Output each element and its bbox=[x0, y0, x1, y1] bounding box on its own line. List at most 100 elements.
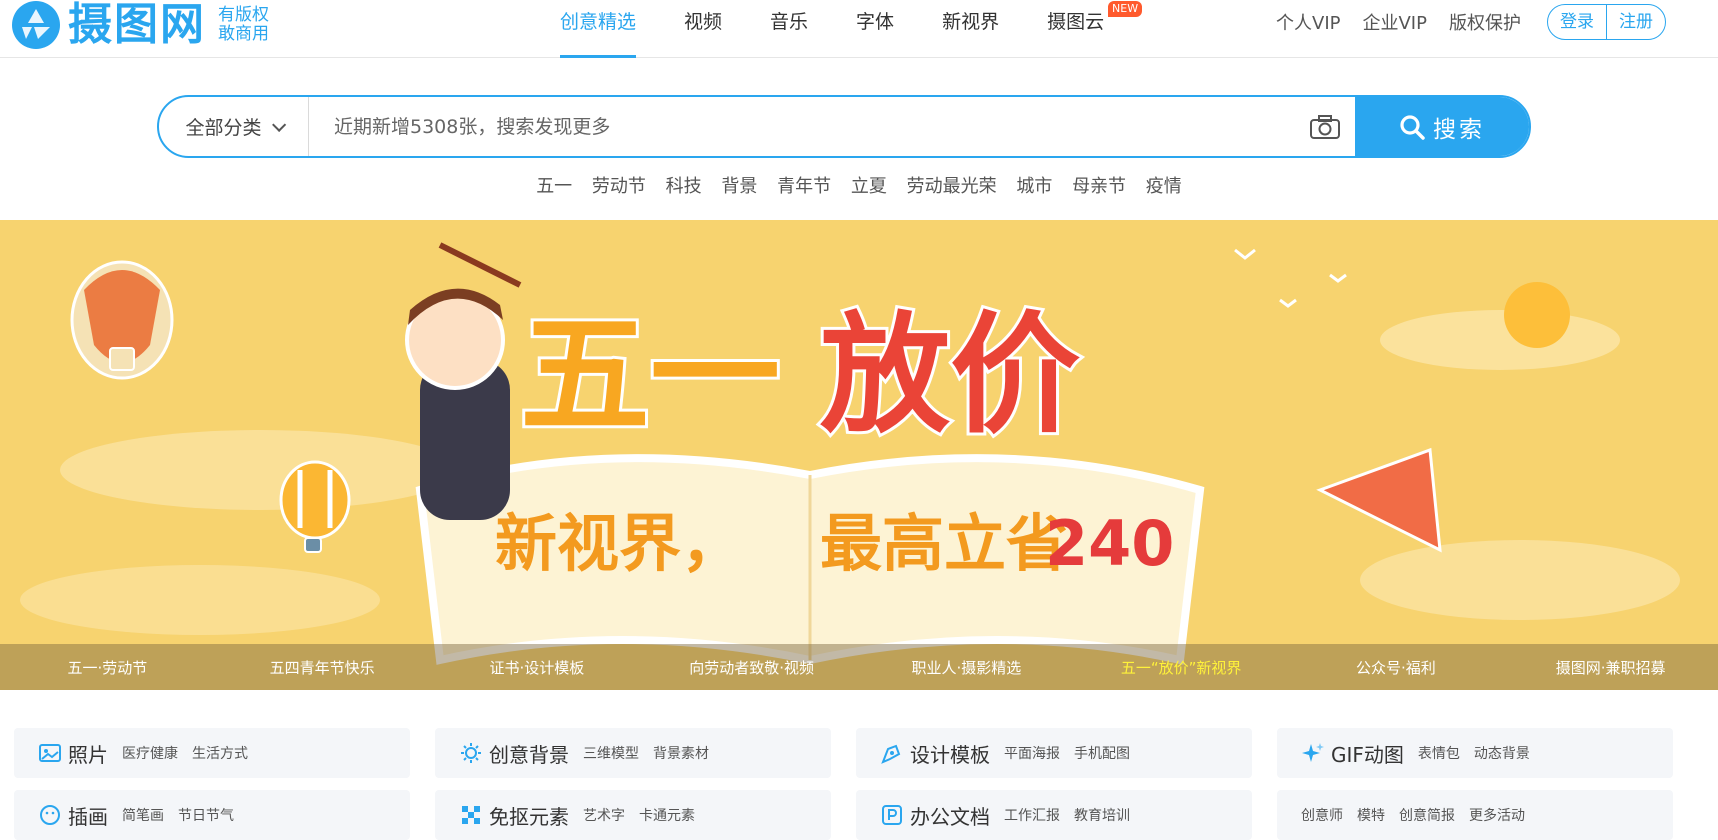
category-dropdown[interactable]: 全部分类 bbox=[159, 97, 309, 156]
personal-vip-link[interactable]: 个人VIP bbox=[1276, 9, 1340, 35]
category-dropdown-label: 全部分类 bbox=[185, 117, 262, 139]
hot-tag[interactable]: 母亲节 bbox=[1072, 176, 1126, 197]
category-title: 插画 bbox=[68, 804, 108, 829]
hot-search-tags: 五一 劳动节 科技 背景 青年节 立夏 劳动最光荣 城市 母亲节 疫情 bbox=[0, 172, 1718, 198]
new-badge: NEW bbox=[1108, 1, 1143, 17]
category-cutout[interactable]: 免抠元素 艺术字 卡通元素 bbox=[435, 790, 831, 840]
auth-buttons: 登录 注册 bbox=[1546, 4, 1666, 40]
nav-video[interactable]: 视频 bbox=[684, 0, 722, 58]
category-sub-link[interactable]: 教育培训 bbox=[1074, 805, 1130, 825]
banner-caption[interactable]: 五四青年节快乐 bbox=[215, 657, 430, 678]
category-office-doc[interactable]: 办公文档 工作汇报 教育培训 bbox=[856, 790, 1252, 840]
banner-caption[interactable]: 向劳动者致敬·视频 bbox=[644, 657, 859, 678]
register-button[interactable]: 注册 bbox=[1607, 5, 1665, 39]
photo-icon bbox=[39, 744, 61, 762]
hot-tag[interactable]: 城市 bbox=[1016, 176, 1052, 197]
category-title: 办公文档 bbox=[910, 804, 990, 829]
cartoon-boy-icon bbox=[405, 242, 522, 520]
banner-caption-active[interactable]: 五一“放价”新视界 bbox=[1074, 657, 1289, 678]
category-sub-link[interactable]: 卡通元素 bbox=[639, 805, 695, 825]
category-sub-link[interactable]: 艺术字 bbox=[583, 805, 625, 825]
banner-caption[interactable]: 公众号·福利 bbox=[1289, 657, 1504, 678]
sun-icon bbox=[461, 743, 481, 763]
login-button[interactable]: 登录 bbox=[1548, 5, 1606, 39]
main-nav: 创意精选 视频 音乐 字体 新视界 摄图云 NEW bbox=[560, 0, 1152, 58]
hot-tag[interactable]: 背景 bbox=[721, 176, 757, 197]
nav-cloud-label: 摄图云 bbox=[1047, 11, 1105, 33]
banner-caption[interactable]: 摄图网·兼职招募 bbox=[1503, 657, 1718, 678]
category-sub-link[interactable]: 平面海报 bbox=[1004, 743, 1060, 763]
svg-text:240: 240 bbox=[1045, 507, 1174, 580]
user-nav: 个人VIP 企业VIP 版权保护 登录 注册 bbox=[1276, 0, 1666, 44]
search-input[interactable] bbox=[309, 97, 1295, 156]
site-logo[interactable]: 摄图网 有版权 敢商用 bbox=[12, 0, 269, 50]
tagline-line2: 敢商用 bbox=[218, 24, 269, 44]
category-sub-link[interactable]: 医疗健康 bbox=[122, 743, 178, 763]
brand-name: 摄图网 bbox=[68, 0, 206, 50]
category-sub-link[interactable]: 工作汇报 bbox=[1004, 805, 1060, 825]
search-bar: 全部分类 搜索 bbox=[157, 95, 1531, 158]
category-sub-link[interactable]: 节日节气 bbox=[178, 805, 234, 825]
nav-font[interactable]: 字体 bbox=[856, 0, 894, 58]
nav-creative[interactable]: 创意精选 bbox=[560, 0, 637, 58]
enterprise-vip-link[interactable]: 企业VIP bbox=[1362, 9, 1426, 35]
category-sub-link[interactable]: 简笔画 bbox=[122, 805, 164, 825]
banner-caption[interactable]: 五一·劳动节 bbox=[0, 657, 215, 678]
category-sub-link[interactable]: 动态背景 bbox=[1474, 743, 1530, 763]
category-sub-link[interactable]: 背景素材 bbox=[653, 743, 709, 763]
copyright-link[interactable]: 版权保护 bbox=[1449, 9, 1521, 35]
hot-tag[interactable]: 五一 bbox=[536, 176, 572, 197]
category-more-links: 创意师 模特 创意简报 更多活动 bbox=[1277, 790, 1673, 840]
banner-caption[interactable]: 证书·设计模板 bbox=[430, 657, 645, 678]
tagline-line1: 有版权 bbox=[218, 5, 269, 25]
svg-text:最高立省: 最高立省 bbox=[820, 507, 1068, 580]
hot-tag[interactable]: 科技 bbox=[666, 176, 702, 197]
category-creative-bg[interactable]: 创意背景 三维模型 背景素材 bbox=[435, 728, 831, 778]
category-sub-link[interactable]: 模特 bbox=[1357, 805, 1385, 825]
category-sub-link[interactable]: 三维模型 bbox=[583, 743, 639, 763]
nav-music[interactable]: 音乐 bbox=[770, 0, 808, 58]
hot-tag[interactable]: 疫情 bbox=[1146, 176, 1182, 197]
category-gif[interactable]: GIF动图 表情包 动态背景 bbox=[1277, 728, 1673, 778]
nav-new-vision[interactable]: 新视界 bbox=[942, 0, 999, 58]
banner-caption[interactable]: 职业人·摄影精选 bbox=[859, 657, 1074, 678]
hot-tag[interactable]: 立夏 bbox=[851, 176, 887, 197]
category-sub-link[interactable]: 更多活动 bbox=[1469, 805, 1525, 825]
category-illustration[interactable]: 插画 简笔画 节日节气 bbox=[14, 790, 410, 840]
sparkle-icon bbox=[1302, 743, 1324, 762]
hot-tag[interactable]: 劳动节 bbox=[592, 176, 646, 197]
top-header: 摄图网 有版权 敢商用 创意精选 视频 音乐 字体 新视界 摄图云 NEW 个人… bbox=[0, 0, 1718, 58]
hot-air-balloon-icon bbox=[70, 260, 174, 380]
hot-tag[interactable]: 劳动最光荣 bbox=[907, 176, 997, 197]
category-sub-link[interactable]: 手机配图 bbox=[1074, 743, 1130, 763]
banner-caption-bar: 五一·劳动节 五四青年节快乐 证书·设计模板 向劳动者致敬·视频 职业人·摄影精… bbox=[0, 644, 1718, 690]
checker-icon bbox=[462, 806, 480, 824]
category-sub-link[interactable]: 创意简报 bbox=[1399, 805, 1455, 825]
svg-text:放价: 放价 bbox=[820, 299, 1080, 451]
hot-tag[interactable]: 青年节 bbox=[777, 176, 831, 197]
pen-tool-icon bbox=[881, 744, 901, 764]
smiley-icon bbox=[40, 805, 60, 825]
search-button[interactable]: 搜索 bbox=[1355, 97, 1529, 156]
category-sub-link[interactable]: 生活方式 bbox=[192, 743, 248, 763]
promo-banner[interactable]: 五一 放价 新视界， 最高立省 240 五一·劳动节 五四青年节快乐 证书·设计… bbox=[0, 220, 1718, 690]
chevron-down-icon bbox=[271, 117, 286, 132]
ppt-icon bbox=[882, 805, 902, 825]
category-title: GIF动图 bbox=[1331, 742, 1404, 767]
aperture-logo-icon bbox=[12, 1, 60, 49]
camera-search-icon[interactable] bbox=[1295, 97, 1355, 156]
category-sub-link[interactable]: 表情包 bbox=[1418, 743, 1460, 763]
brand-tagline: 有版权 敢商用 bbox=[218, 6, 269, 44]
search-button-label: 搜索 bbox=[1433, 116, 1485, 143]
category-title: 创意背景 bbox=[489, 742, 569, 767]
category-title: 免抠元素 bbox=[489, 804, 569, 829]
category-sub-link[interactable]: 创意师 bbox=[1301, 805, 1343, 825]
nav-cloud[interactable]: 摄图云 NEW bbox=[1047, 0, 1143, 58]
category-title: 照片 bbox=[68, 742, 108, 767]
category-photo[interactable]: 照片 医疗健康 生活方式 bbox=[14, 728, 410, 778]
category-design-template[interactable]: 设计模板 平面海报 手机配图 bbox=[856, 728, 1252, 778]
svg-text:新视界，: 新视界， bbox=[495, 507, 743, 580]
small-balloon-icon bbox=[279, 460, 351, 553]
svg-text:五一: 五一 bbox=[520, 299, 780, 451]
category-title: 设计模板 bbox=[910, 742, 990, 767]
